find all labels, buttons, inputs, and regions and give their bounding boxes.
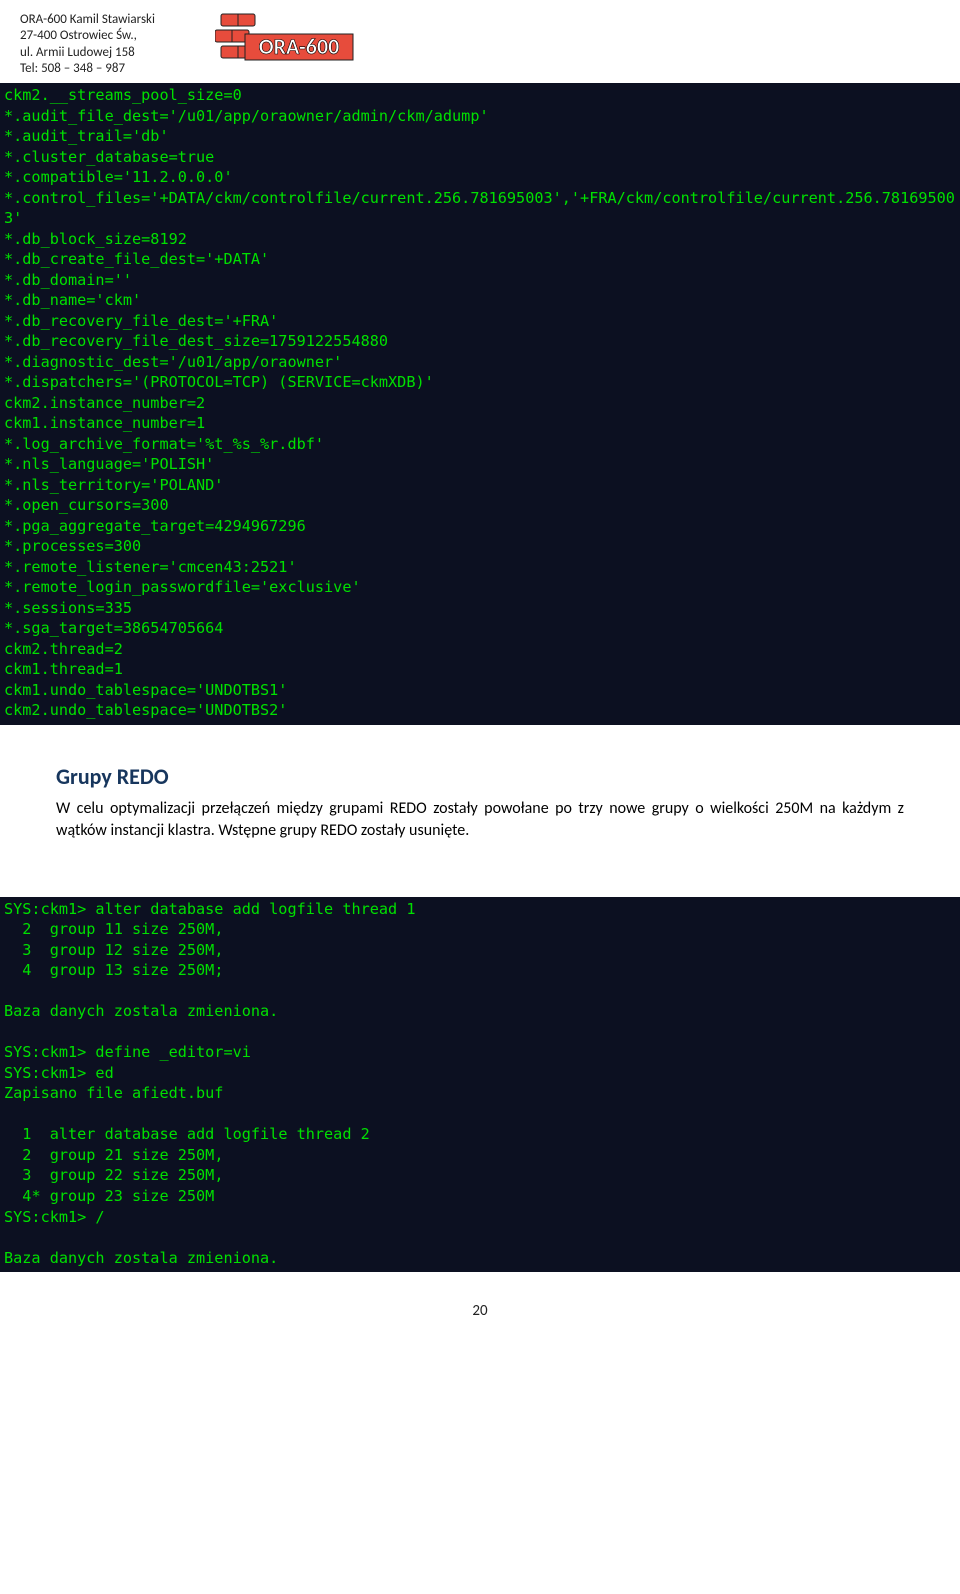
terminal-line: *.remote_listener='cmcen43:2521' [4,557,956,578]
ora600-logo-icon: ORA-600 [215,10,361,76]
terminal-line: ckm2.__streams_pool_size=0 [4,85,956,106]
terminal-line [4,1104,956,1125]
header-address: ORA-600 Kamil Stawiarski 27-400 Ostrowie… [20,12,155,77]
terminal-line: ckm1.thread=1 [4,659,956,680]
terminal-line: *.cluster_database=true [4,147,956,168]
terminal-line: 4* group 23 size 250M [4,1186,956,1207]
terminal-line: ckm1.instance_number=1 [4,413,956,434]
terminal-line: SYS:ckm1> / [4,1207,956,1228]
terminal-line: *.db_block_size=8192 [4,229,956,250]
section-title: Grupy REDO [56,763,904,790]
document-header: ORA-600 Kamil Stawiarski 27-400 Ostrowie… [0,0,960,83]
terminal-line: 4 group 13 size 250M; [4,960,956,981]
logo: ORA-600 [215,10,361,76]
terminal-line: *.remote_login_passwordfile='exclusive' [4,577,956,598]
terminal-line: Baza danych zostala zmieniona. [4,1248,956,1269]
terminal-line [4,1227,956,1248]
terminal-line: SYS:ckm1> alter database add logfile thr… [4,899,956,920]
terminal-line: 3 group 12 size 250M, [4,940,956,961]
terminal-line: 3 group 22 size 250M, [4,1165,956,1186]
terminal-line: *.audit_file_dest='/u01/app/oraowner/adm… [4,106,956,127]
header-line1: ORA-600 Kamil Stawiarski [20,12,155,28]
terminal-line: ckm2.instance_number=2 [4,393,956,414]
terminal-line: *.db_name='ckm' [4,290,956,311]
terminal-line: *.dispatchers='(PROTOCOL=TCP) (SERVICE=c… [4,372,956,393]
header-tel-label: Tel: [20,61,38,76]
terminal-line: *.log_archive_format='%t_%s_%r.dbf' [4,434,956,455]
terminal-line: *.nls_territory='POLAND' [4,475,956,496]
terminal-line: *.nls_language='POLISH' [4,454,956,475]
terminal-line: 1 alter database add logfile thread 2 [4,1124,956,1145]
terminal-line: *.control_files='+DATA/ckm/controlfile/c… [4,188,956,229]
header-line3: ul. Armii Ludowej 158 [20,45,155,61]
header-tel-value: 508 – 348 – 987 [38,61,125,76]
terminal-line: *.pga_aggregate_target=4294967296 [4,516,956,537]
header-line2: 27-400 Ostrowiec Św., [20,28,155,44]
page-number: 20 [0,1302,960,1320]
terminal-block-redo: SYS:ckm1> alter database add logfile thr… [0,897,960,1272]
header-tel: Tel: 508 – 348 – 987 [20,61,155,77]
terminal-line: *.open_cursors=300 [4,495,956,516]
terminal-line: 2 group 11 size 250M, [4,919,956,940]
terminal-line: *.db_recovery_file_dest_size=17591225548… [4,331,956,352]
terminal-line: *.db_domain='' [4,270,956,291]
terminal-line: *.processes=300 [4,536,956,557]
terminal-line: *.sessions=335 [4,598,956,619]
terminal-line: ckm2.thread=2 [4,639,956,660]
section-body: W celu optymalizacji przełączeń między g… [56,798,904,843]
terminal-line: *.sga_target=38654705664 [4,618,956,639]
terminal-line: SYS:ckm1> ed [4,1063,956,1084]
terminal-line: *.compatible='11.2.0.0.0' [4,167,956,188]
terminal-block-pfile: ckm2.__streams_pool_size=0*.audit_file_d… [0,83,960,725]
terminal-line: ckm2.undo_tablespace='UNDOTBS2' [4,700,956,721]
terminal-line [4,1022,956,1043]
terminal-line: *.db_create_file_dest='+DATA' [4,249,956,270]
terminal-line [4,981,956,1002]
terminal-line: ckm1.undo_tablespace='UNDOTBS1' [4,680,956,701]
terminal-line: *.audit_trail='db' [4,126,956,147]
terminal-line: *.diagnostic_dest='/u01/app/oraowner' [4,352,956,373]
logo-text: ORA-600 [259,33,340,60]
terminal-line: Baza danych zostala zmieniona. [4,1001,956,1022]
terminal-line: SYS:ckm1> define _editor=vi [4,1042,956,1063]
terminal-line: Zapisano file afiedt.buf [4,1083,956,1104]
terminal-line: *.db_recovery_file_dest='+FRA' [4,311,956,332]
terminal-line: 2 group 21 size 250M, [4,1145,956,1166]
